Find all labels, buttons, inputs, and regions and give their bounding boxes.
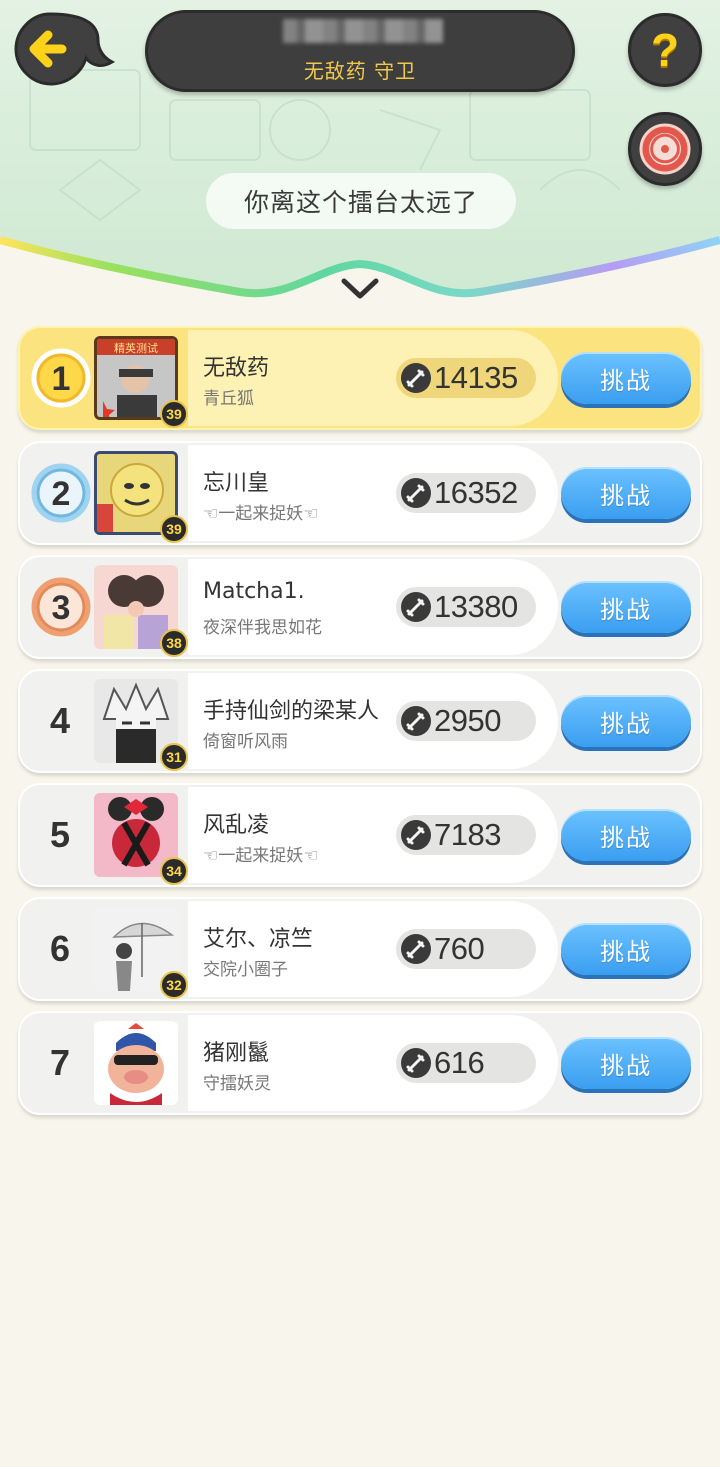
player-name: 忘川皇 <box>203 471 270 496</box>
help-button[interactable]: ? <box>628 13 702 87</box>
power-value: 2950 <box>434 703 501 738</box>
challenge-button[interactable]: 挑战 <box>561 1037 691 1089</box>
arena-guard-title: 无敌药 守卫 <box>303 59 417 83</box>
sword-icon <box>401 820 431 850</box>
guild-name: 交院小圈子 <box>203 960 288 980</box>
chevron-down-icon[interactable] <box>340 276 380 302</box>
sword-icon <box>401 706 431 736</box>
back-arrow-icon <box>14 12 116 86</box>
power-badge: 13380 <box>396 587 536 627</box>
rank-row-5: 5 34 风乱凌 ☜一起来捉妖☜ 7183 挑战 <box>18 783 702 887</box>
challenge-button[interactable]: 挑战 <box>561 809 691 861</box>
sword-icon <box>401 934 431 964</box>
level-badge: 38 <box>160 629 188 657</box>
power-badge: 760 <box>396 929 536 969</box>
rank-row-1: 1 精英测试 39 无敌药 青丘狐 14135 挑战 <box>18 326 702 430</box>
challenge-button[interactable]: 挑战 <box>561 352 691 404</box>
header: 无敌药 守卫 ? 你离这个擂台太远了 <box>0 0 720 310</box>
challenge-button[interactable]: 挑战 <box>561 467 691 519</box>
gold-medal-icon: 1 <box>31 348 91 408</box>
level-badge: 31 <box>160 743 188 771</box>
challenge-button[interactable]: 挑战 <box>561 581 691 633</box>
level-badge: 39 <box>160 515 188 543</box>
player-name: 手持仙剑的梁某人 <box>203 699 380 724</box>
rank-number: 5 <box>49 814 71 855</box>
sword-icon <box>401 363 431 393</box>
pig-spirit-avatar <box>94 1021 178 1105</box>
power-badge: 2950 <box>396 701 536 741</box>
rank-row-2: 2 39 忘川皇 ☜一起来捉妖☜ 16352 挑战 <box>18 441 702 545</box>
svg-text:2: 2 <box>52 475 71 513</box>
rank-row-3: 3 38 Matcha1. 夜深伴我思如花 13380 挑战 <box>18 555 702 659</box>
power-badge: 14135 <box>396 358 536 398</box>
challenge-button[interactable]: 挑战 <box>561 695 691 747</box>
redacted-text <box>283 19 443 43</box>
power-badge: 16352 <box>396 473 536 513</box>
sword-icon <box>401 478 431 508</box>
svg-text:3: 3 <box>52 589 71 627</box>
distance-notice: 你离这个擂台太远了 <box>206 173 516 229</box>
guild-name: ☜一起来捉妖☜ <box>203 504 319 524</box>
svg-text:精英测试: 精英测试 <box>114 341 158 355</box>
avatar[interactable] <box>94 1021 178 1105</box>
swirl-icon <box>639 123 691 175</box>
sword-icon <box>401 1048 431 1078</box>
back-button[interactable] <box>12 10 116 88</box>
svg-text:1: 1 <box>52 360 71 398</box>
arena-title-bar: 无敌药 守卫 <box>145 10 575 92</box>
power-badge: 616 <box>396 1043 536 1083</box>
player-name: 艾尔、凉竺 <box>203 927 314 952</box>
rank-number: 6 <box>49 928 71 969</box>
power-value: 16352 <box>434 475 518 510</box>
rank-row-7: 7 猪刚鬣 守擂妖灵 616 挑战 <box>18 1011 702 1115</box>
guild-name: 守擂妖灵 <box>203 1074 271 1094</box>
question-icon: ? <box>650 24 680 76</box>
power-value: 13380 <box>434 589 518 624</box>
level-badge: 34 <box>160 857 188 885</box>
sword-icon <box>401 592 431 622</box>
guild-name: 夜深伴我思如花 <box>203 618 322 638</box>
bronze-medal-icon: 3 <box>31 577 91 637</box>
rank-row-6: 6 32 艾尔、凉竺 交院小圈子 760 挑战 <box>18 897 702 1001</box>
player-name: 无敌药 <box>203 356 270 381</box>
silver-medal-icon: 2 <box>31 463 91 523</box>
rank-row-4: 4 31 手持仙剑的梁某人 倚窗听风雨 2950 挑战 <box>18 669 702 773</box>
player-name: 猪刚鬣 <box>203 1041 270 1066</box>
player-name: 风乱凌 <box>203 813 270 838</box>
guild-name: 倚窗听风雨 <box>203 732 288 752</box>
guild-name: ☜一起来捉妖☜ <box>203 846 319 866</box>
effect-button[interactable] <box>628 112 702 186</box>
challenge-button[interactable]: 挑战 <box>561 923 691 975</box>
power-badge: 7183 <box>396 815 536 855</box>
rank-number: 7 <box>49 1042 71 1083</box>
power-value: 760 <box>434 931 485 966</box>
player-name: Matcha1. <box>203 579 305 604</box>
power-value: 7183 <box>434 817 501 852</box>
level-badge: 32 <box>160 971 188 999</box>
power-value: 616 <box>434 1045 485 1080</box>
rank-number: 4 <box>49 700 71 741</box>
guild-name: 青丘狐 <box>203 389 254 409</box>
power-value: 14135 <box>434 360 518 395</box>
level-badge: 39 <box>160 400 188 428</box>
